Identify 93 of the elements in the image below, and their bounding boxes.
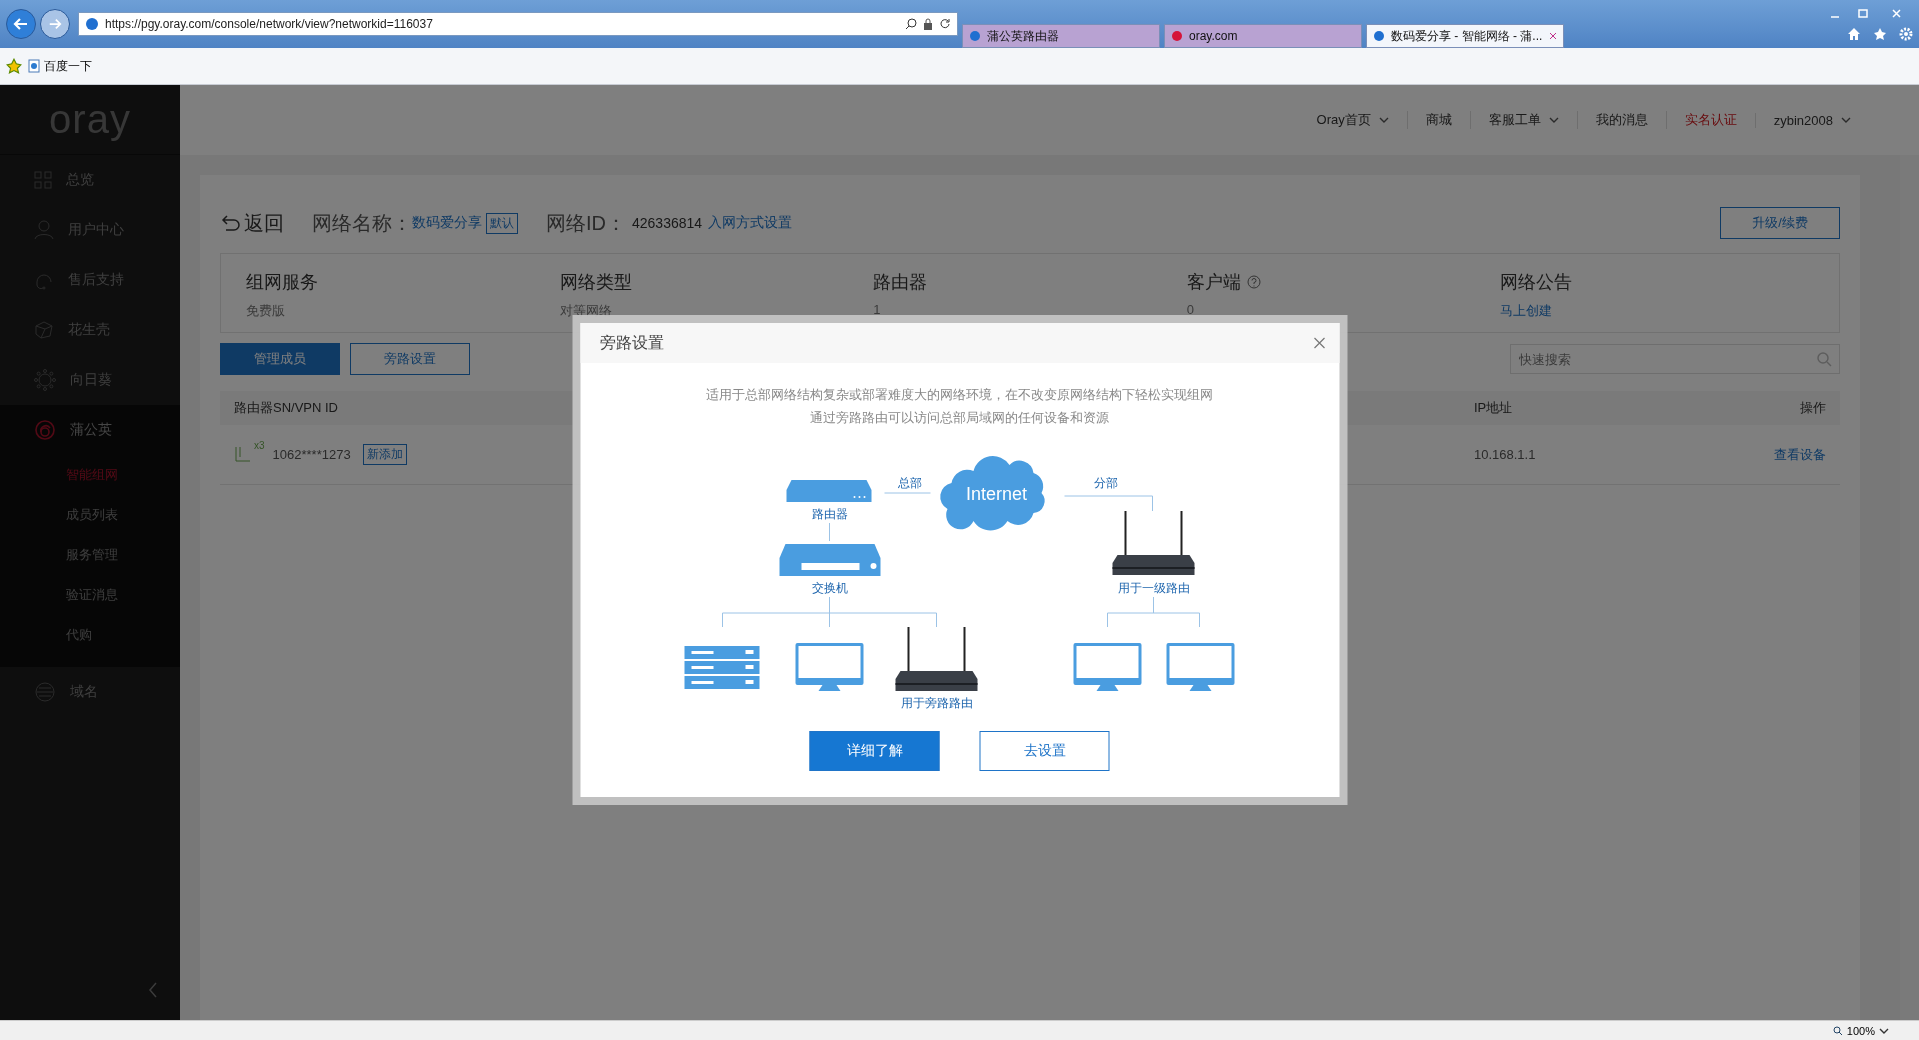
router-label: 路由器 xyxy=(811,507,848,521)
nav-link[interactable]: zybin2008 xyxy=(1754,112,1869,128)
favicon-icon xyxy=(1171,30,1183,42)
stat-title: 路由器 xyxy=(873,271,928,294)
zoom-icon xyxy=(1832,1025,1843,1036)
network-id: 426336814 xyxy=(632,215,703,231)
column-header: 操作 xyxy=(1800,399,1826,417)
cube-icon xyxy=(34,320,54,340)
forward-arrow-icon xyxy=(48,17,62,31)
user-icon xyxy=(34,220,54,240)
nav-link[interactable]: 商城 xyxy=(1406,111,1470,129)
connector-line xyxy=(829,522,830,542)
table-cell: 1062****1273 xyxy=(272,447,351,462)
browser-tab[interactable]: 蒲公英路由器 xyxy=(962,24,1160,48)
description-text: 适用于总部网络结构复杂或部署难度大的网络环境，在不改变原网络结构下轻松实现组网 xyxy=(706,386,1213,404)
network-name-label: 网络名称： xyxy=(312,210,412,236)
caret-icon xyxy=(1841,117,1851,123)
stat-value: 0 xyxy=(1186,302,1196,317)
new-tag: 新添加 xyxy=(362,444,407,465)
wireless-router-icon xyxy=(895,627,978,691)
forward-button[interactable] xyxy=(40,9,70,39)
stat-title: 客户端 xyxy=(1186,271,1241,294)
favicon-icon xyxy=(1373,30,1385,42)
connector-line xyxy=(884,492,931,494)
nav-link[interactable]: 实名认证 xyxy=(1665,111,1755,129)
go-settings-button[interactable]: 去设置 xyxy=(979,731,1110,771)
browser-tab[interactable]: oray.com xyxy=(1164,24,1362,48)
stat-value: 1 xyxy=(873,302,882,317)
stat-value: 对等网络 xyxy=(559,302,613,320)
column-header: IP地址 xyxy=(1474,399,1514,417)
switch-icon xyxy=(779,544,881,576)
favicon-icon xyxy=(969,30,981,42)
stat-link[interactable]: 马上创建 xyxy=(1500,302,1814,320)
branch-router-label: 用于一级路由 xyxy=(1117,581,1190,595)
caret-icon xyxy=(1879,1027,1889,1034)
caret-icon xyxy=(1548,117,1559,123)
browser-tab[interactable]: 数码爱分享 - 智能网络 - 蒲... xyxy=(1366,24,1564,48)
address-bar[interactable]: https://pgy.oray.com/console/network/view?networkid=116037 xyxy=(78,12,958,36)
tab-button[interactable]: 管理成员 xyxy=(220,343,340,375)
network-id-label: 网络ID： xyxy=(546,210,626,236)
search-icon[interactable] xyxy=(905,18,917,30)
page-icon xyxy=(28,59,40,73)
view-device-link[interactable]: 查看设备 xyxy=(1774,445,1826,464)
tab-button[interactable]: 旁路设置 xyxy=(350,343,470,375)
server-icon xyxy=(684,646,760,689)
wireless-router-icon xyxy=(1112,511,1195,575)
learn-more-button[interactable]: 详细了解 xyxy=(809,731,940,771)
network-name-link[interactable]: 数码爱分享 xyxy=(412,214,482,232)
dialog-title: 旁路设置 xyxy=(600,332,664,353)
sidebar-item[interactable]: 蒲公英 xyxy=(0,405,180,455)
nav-link[interactable]: Oray首页 xyxy=(1298,111,1407,129)
switch-label: 交换机 xyxy=(811,581,848,595)
star-icon[interactable] xyxy=(1873,27,1887,41)
monitor-icon xyxy=(1166,643,1235,691)
device-count: x3 xyxy=(254,440,265,451)
upgrade-button[interactable]: 升级/续费 xyxy=(1720,207,1840,239)
nav-link[interactable]: 我的消息 xyxy=(1576,111,1666,129)
lock-icon xyxy=(923,18,933,30)
back-button[interactable] xyxy=(6,9,36,39)
monitor-icon xyxy=(795,643,864,691)
caret-icon xyxy=(1378,117,1389,123)
spiral-icon xyxy=(34,419,56,441)
stat-title: 网络类型 xyxy=(559,271,632,294)
stat-title: 组网服务 xyxy=(246,271,318,294)
back-arrow-icon xyxy=(13,16,29,32)
globe-icon xyxy=(34,681,56,703)
home-icon[interactable] xyxy=(1847,27,1861,41)
nav-link[interactable]: 客服工单 xyxy=(1469,111,1577,129)
stat-value: 免费版 xyxy=(246,302,286,320)
back-link[interactable]: 返回 xyxy=(220,209,284,237)
settings-icon[interactable] xyxy=(1899,27,1913,41)
monitor-icon xyxy=(1073,643,1142,691)
search-field[interactable]: 快速搜索 xyxy=(1510,344,1840,374)
cloud-label: Internet xyxy=(966,484,1027,504)
branch-label: 分部 xyxy=(1093,476,1118,490)
close-icon[interactable] xyxy=(1549,32,1557,40)
sun-icon xyxy=(34,369,56,391)
refresh-icon[interactable] xyxy=(939,18,951,30)
stat-title: 网络公告 xyxy=(1500,271,1573,294)
headquarters-label: 总部 xyxy=(897,476,922,490)
join-settings-link[interactable]: 入网方式设置 xyxy=(708,214,793,232)
bypass-router-label: 用于旁路路由 xyxy=(900,696,973,710)
description-text: 通过旁路路由可以访问总部局域网的任何设备和资源 xyxy=(809,409,1110,427)
help-icon[interactable] xyxy=(1246,275,1261,289)
router-icon xyxy=(786,480,872,502)
page-icon xyxy=(85,17,99,31)
default-tag: 默认 xyxy=(486,212,518,234)
favorites-star-icon[interactable] xyxy=(6,58,22,74)
table-cell-text: 10.168.1.1 xyxy=(1474,447,1537,462)
favorite-link[interactable]: 百度一下 xyxy=(44,57,92,75)
zoom-level[interactable]: 100% xyxy=(1846,1024,1875,1037)
undo-arrow-icon xyxy=(220,214,240,232)
close-icon[interactable] xyxy=(1313,337,1325,349)
